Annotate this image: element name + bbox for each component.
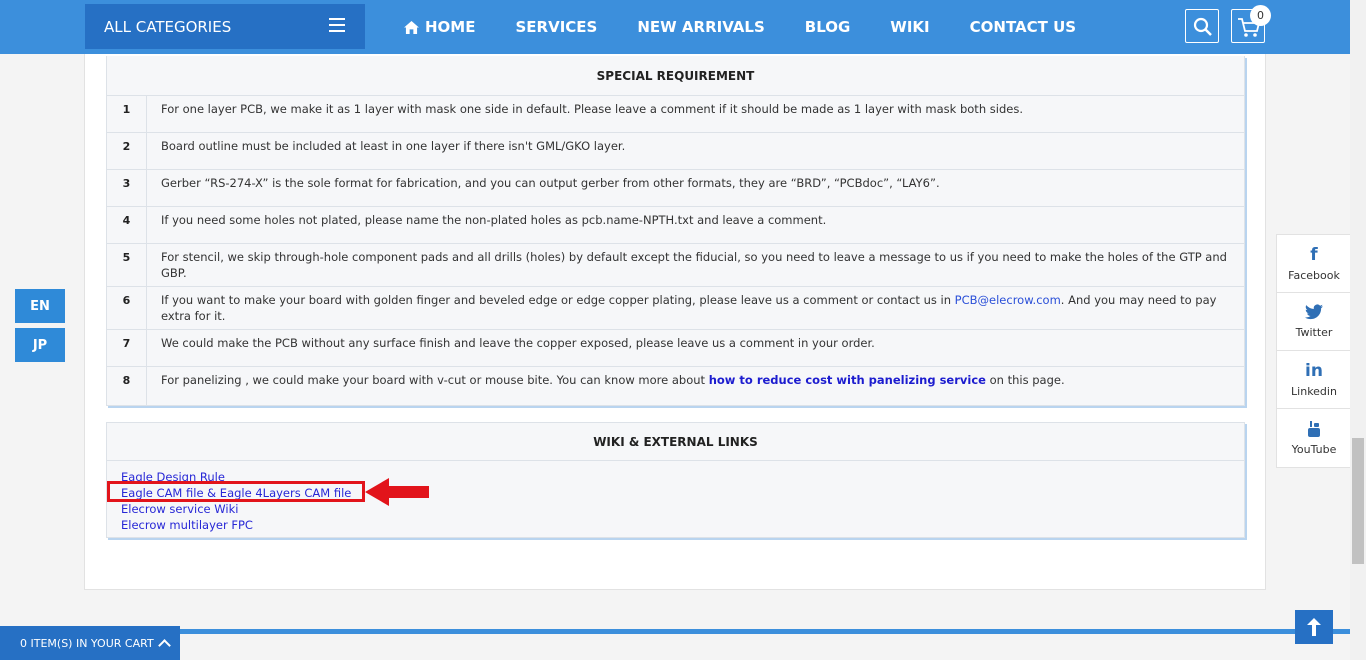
- main-nav: HOME SERVICES NEW ARRIVALS BLOG WIKI CON…: [404, 0, 1076, 54]
- social-youtube[interactable]: YouTube: [1277, 409, 1351, 467]
- linkedin-icon: in: [1305, 361, 1323, 381]
- panelizing-link[interactable]: how to reduce cost with panelizing servi…: [709, 373, 986, 387]
- youtube-icon: [1308, 420, 1320, 437]
- home-icon: [404, 20, 419, 34]
- row-text: For panelizing , we could make your boar…: [147, 367, 1244, 405]
- red-arrow-icon: [365, 478, 429, 506]
- row-text-part: For panelizing , we could make your boar…: [161, 373, 709, 387]
- nav-home[interactable]: HOME: [404, 18, 475, 36]
- row-text: Gerber “RS-274-X” is the sole format for…: [161, 176, 940, 190]
- social-facebook[interactable]: f Facebook: [1277, 235, 1351, 293]
- wiki-external-links-panel: WIKI & EXTERNAL LINKS Eagle Design Rule …: [106, 422, 1245, 538]
- nav-blog[interactable]: BLOG: [805, 18, 851, 36]
- footer-divider: [178, 629, 1350, 634]
- social-label: Twitter: [1295, 326, 1333, 339]
- social-label: YouTube: [1291, 442, 1337, 456]
- cart-count-badge: 0: [1250, 5, 1271, 26]
- row-text: If you need some holes not plated, pleas…: [161, 213, 827, 227]
- arrow-up-icon: [1307, 618, 1321, 636]
- language-jp-button[interactable]: JP: [15, 328, 65, 362]
- row-text: We could make the PCB without any surfac…: [161, 336, 875, 350]
- social-label: Facebook: [1288, 269, 1340, 282]
- chevron-up-icon: [157, 639, 171, 652]
- nav-new-arrivals[interactable]: NEW ARRIVALS: [637, 18, 764, 36]
- social-twitter[interactable]: Twitter: [1277, 293, 1351, 351]
- row-text: If you want to make your board with gold…: [147, 287, 1244, 329]
- table-row: 4 If you need some holes not plated, ple…: [107, 207, 1244, 244]
- row-number: 4: [107, 207, 147, 243]
- facebook-icon: f: [1310, 245, 1318, 265]
- row-text: For one layer PCB, we make it as 1 layer…: [161, 102, 1023, 116]
- row-text-part: on this page.: [985, 373, 1065, 387]
- row-text: Board outline must be included at least …: [161, 139, 626, 153]
- row-number: 1: [107, 96, 147, 132]
- link-elecrow-service-wiki[interactable]: Elecrow service Wiki: [121, 501, 351, 517]
- row-number: 2: [107, 133, 147, 169]
- table-row: 7 We could make the PCB without any surf…: [107, 330, 1244, 367]
- nav-services[interactable]: SERVICES: [515, 18, 597, 36]
- twitter-icon: [1305, 304, 1323, 320]
- special-requirement-title: SPECIAL REQUIREMENT: [107, 56, 1244, 96]
- search-icon: [1193, 17, 1212, 36]
- back-to-top-button[interactable]: [1295, 610, 1333, 644]
- row-number: 6: [107, 287, 147, 329]
- language-en-button[interactable]: EN: [15, 289, 65, 323]
- row-number: 8: [107, 367, 147, 405]
- scrollbar-thumb[interactable]: [1352, 438, 1364, 564]
- row-text-part: If you want to make your board with gold…: [161, 293, 955, 307]
- table-row: 6 If you want to make your board with go…: [107, 287, 1244, 330]
- nav-home-label: HOME: [425, 18, 476, 36]
- row-number: 5: [107, 244, 147, 286]
- social-linkedin[interactable]: in Linkedin: [1277, 351, 1351, 409]
- all-categories-button[interactable]: ALL CATEGORIES: [85, 4, 365, 49]
- table-row: 1 For one layer PCB, we make it as 1 lay…: [107, 96, 1244, 133]
- wiki-panel-title: WIKI & EXTERNAL LINKS: [107, 423, 1244, 461]
- table-row: 8 For panelizing , we could make your bo…: [107, 367, 1244, 405]
- table-row: 3 Gerber “RS-274-X” is the sole format f…: [107, 170, 1244, 207]
- nav-contact-us[interactable]: CONTACT US: [970, 18, 1076, 36]
- cart-summary-bar[interactable]: 0 ITEM(S) IN YOUR CART: [0, 626, 180, 660]
- table-row: 2 Board outline must be included at leas…: [107, 133, 1244, 170]
- cart-summary-label: 0 ITEM(S) IN YOUR CART: [20, 636, 154, 650]
- row-number: 7: [107, 330, 147, 366]
- highlight-box: [107, 481, 365, 502]
- all-categories-label: ALL CATEGORIES: [104, 17, 232, 36]
- row-number: 3: [107, 170, 147, 206]
- table-row: 5 For stencil, we skip through-hole comp…: [107, 244, 1244, 287]
- panelizing-link-label: how to reduce cost with panelizing servi…: [708, 373, 986, 387]
- row-text: For stencil, we skip through-hole compon…: [161, 250, 1227, 280]
- special-requirement-panel: SPECIAL REQUIREMENT 1 For one layer PCB,…: [106, 56, 1245, 406]
- nav-wiki[interactable]: WIKI: [890, 18, 929, 36]
- link-elecrow-multilayer-fpc[interactable]: Elecrow multilayer FPC: [121, 517, 351, 533]
- social-sidebar: f Facebook Twitter in Linkedin YouTube: [1276, 234, 1352, 468]
- email-link[interactable]: PCB@elecrow.com: [955, 293, 1061, 307]
- social-label: Linkedin: [1291, 385, 1337, 398]
- hamburger-menu-icon: [329, 18, 345, 32]
- search-button[interactable]: [1185, 9, 1219, 43]
